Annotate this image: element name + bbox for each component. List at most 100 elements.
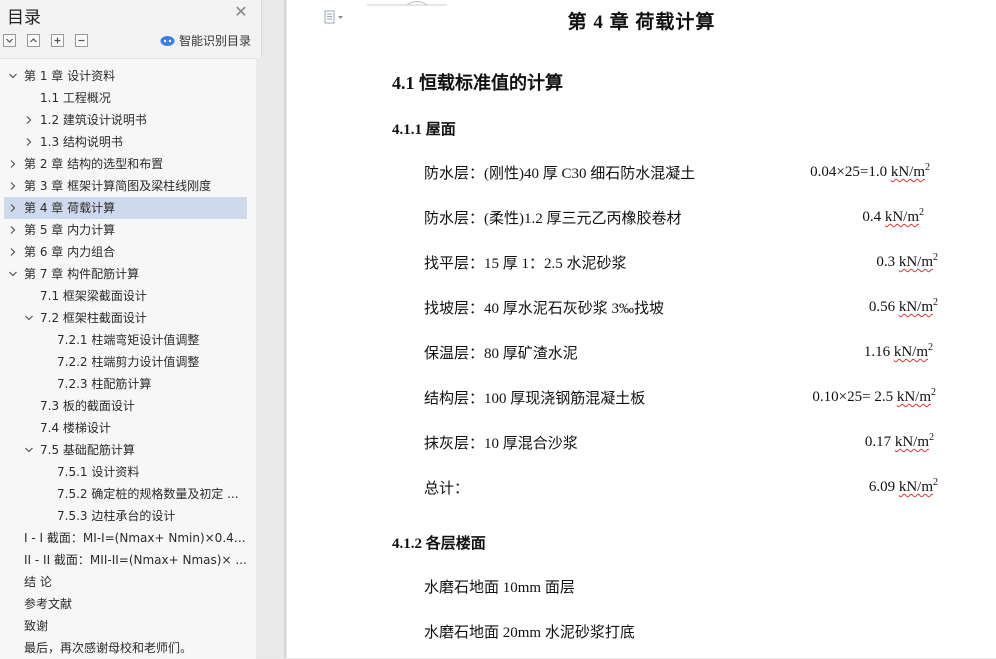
toc-item[interactable]: 参考文献 [4,593,247,615]
chevron-right-icon[interactable] [8,159,18,169]
roof-layer-value: 6.09 kN/m2 [868,477,938,495]
toc-item[interactable]: 7.2.3 柱配筋计算 [4,373,247,395]
floor-layer-label: 水磨石地面 20mm 水泥砂浆打底 [424,625,635,641]
toc-item-label: 参考文献 [24,597,73,611]
toc-item[interactable]: 1.2 建筑设计说明书 [4,109,247,131]
toc-item-label: 致谢 [24,619,49,633]
chevron-right-icon[interactable] [8,247,18,257]
roof-layer-value: 0.17 kN/m2 [864,432,934,450]
smart-toc-label: 智能识别目录 [179,34,252,48]
toc-item-label: 7.3 板的截面设计 [40,399,135,413]
toc-item[interactable]: 第 7 章 构件配筋计算 [4,263,247,285]
roof-layer-label: 防水层：(柔性)1.2 厚三元乙丙橡胶卷材 [424,211,682,227]
toc-item[interactable]: 结 论 [4,571,247,593]
expand-all-icon[interactable] [51,34,64,47]
toc-item-label: 1.3 结构说明书 [40,135,123,149]
toc-item[interactable]: 第 1 章 设计资料 [4,65,247,87]
roof-layer-label: 结构层：100 厚现浇钢筋混凝土板 [424,391,646,407]
expand-up-icon[interactable] [27,34,40,47]
chevron-down-icon[interactable] [8,269,18,279]
toc-item[interactable]: 致谢 [4,615,247,637]
chevron-down-icon[interactable] [24,445,34,455]
toc-item-label: 1.1 工程概况 [40,91,111,105]
toc-item[interactable]: 第 6 章 内力组合 [4,241,247,263]
chevron-right-icon[interactable] [8,181,18,191]
roof-layer-label: 总计： [424,481,470,497]
roof-layer-label: 抹灰层：10 厚混合沙浆 [424,436,578,452]
chevron-right-icon[interactable] [24,115,34,125]
chevron-right-icon[interactable] [8,203,18,213]
subsection-floor-title: 4.1.2 各层楼面 [392,536,486,552]
toc-item[interactable]: 7.5.3 边柱承台的设计 [4,505,247,527]
toc-item[interactable]: 1.1 工程概况 [4,87,247,109]
roof-layer-value: 1.16 kN/m2 [863,342,933,360]
toc-item-label: 第 4 章 荷载计算 [24,201,116,215]
roof-layer-label: 找平层：15 厚 1：2.5 水泥砂浆 [424,256,627,272]
toc-item-label: 第 1 章 设计资料 [24,69,116,83]
toc-item-label: 7.5.2 确定桩的规格数量及初定 ... [57,487,239,501]
chapter-title: 第 4 章 荷载计算 [567,12,716,33]
toc-item-label: 7.4 楼梯设计 [40,421,111,435]
toc-item[interactable]: 第 3 章 框架计算简图及梁柱线刚度 [4,175,247,197]
close-icon[interactable]: ✕ [233,4,249,20]
toc-item[interactable]: 7.5 基础配筋计算 [4,439,247,461]
roof-layer-value: 0.3 kN/m2 [876,252,938,270]
toc-item-label: 1.2 建筑设计说明书 [40,113,147,127]
toc-item[interactable]: 1.3 结构说明书 [4,131,247,153]
toc-item-label: 第 2 章 结构的选型和布置 [24,157,164,171]
subsection-roof-title: 4.1.1 屋面 [392,122,456,138]
collapse-dropdown-icon[interactable] [3,34,16,47]
page-corner-mark [367,1,447,6]
toc-item-label: 结 论 [24,575,52,589]
toc-item-label: I - I 截面：MI-I=(Nmax+ Nmin)×0.4 ... [24,531,247,545]
toc-item-label: 7.2 框架柱截面设计 [40,311,147,325]
toc-item[interactable]: 7.2 框架柱截面设计 [4,307,247,329]
sidebar-title: 目录 [7,8,41,28]
toc-item[interactable]: 7.2.1 柱端弯矩设计值调整 [4,329,247,351]
chevron-right-icon[interactable] [8,225,18,235]
toc-item[interactable]: 第 5 章 内力计算 [4,219,247,241]
toc-sidebar: 目录 ✕ 智能识别目录 第 1 章 设计资料 1.1 工程概况 1.2 建筑设计说明… [0,0,262,659]
chevron-down-icon[interactable] [24,313,34,323]
floor-layer-label: 水磨石地面 10mm 面层 [424,580,575,596]
toc-item-label: 7.5.1 设计资料 [57,465,140,479]
document-page: 第 4 章 荷载计算 4.1 恒载标准值的计算 4.1.1 屋面 防水层：(刚性… [287,0,996,658]
toc-item-label: 7.5 基础配筋计算 [40,443,135,457]
collapse-all-icon[interactable] [75,34,88,47]
toc-item[interactable]: II - II 截面：MII-II=(Nmax+ Nmas)× ... [4,549,247,571]
chevron-down-icon[interactable] [8,71,18,81]
roof-layer-value: 0.04×25=1.0 kN/m2 [810,162,930,180]
toc-item-label: 第 5 章 内力计算 [24,223,116,237]
roof-layer-value: 0.56 kN/m2 [868,297,938,315]
roof-layer-label: 找坡层：40 厚水泥石灰砂浆 3‰找坡 [424,301,665,317]
toc-item[interactable]: I - I 截面：MI-I=(Nmax+ Nmin)×0.4 ... [4,527,247,549]
toc-item[interactable]: 7.1 框架梁截面设计 [4,285,247,307]
toc-item-label: 7.1 框架梁截面设计 [40,289,147,303]
roof-layer-label: 防水层：(刚性)40 厚 C30 细石防水混凝土 [424,166,696,182]
toc-item[interactable]: 第 4 章 荷载计算 [4,197,247,219]
toc-item-label: 7.5.3 边柱承台的设计 [57,509,176,523]
toc-item-label: 第 6 章 内力组合 [24,245,116,259]
toc-item-label: 第 7 章 构件配筋计算 [24,267,140,281]
ai-cloud-icon [160,35,175,46]
toc-item[interactable]: 第 2 章 结构的选型和布置 [4,153,247,175]
roof-layer-value: 0.4 kN/m2 [862,207,924,225]
toc-item[interactable]: 7.5.2 确定桩的规格数量及初定 ... [4,483,247,505]
toc-item-label: 7.2.1 柱端弯矩设计值调整 [57,333,200,347]
toc-item[interactable]: 7.3 板的截面设计 [4,395,247,417]
toc-item-label: 第 3 章 框架计算简图及梁柱线刚度 [24,179,212,193]
roof-layer-label: 保温层：80 厚矿渣水泥 [424,346,578,362]
toc-item[interactable]: 最后，再次感谢母校和老师们。 [4,637,247,659]
section-title: 4.1 恒载标准值的计算 [392,73,563,93]
smart-toc-button[interactable]: 智能识别目录 [160,32,251,48]
chevron-right-icon[interactable] [24,137,34,147]
toc-item[interactable]: 7.2.2 柱端剪力设计值调整 [4,351,247,373]
toc-item[interactable]: 7.5.1 设计资料 [4,461,247,483]
roof-layer-value: 0.10×25= 2.5 kN/m2 [812,387,936,405]
toc-tree: 第 1 章 设计资料 1.1 工程概况 1.2 建筑设计说明书 1.3 结构说明书第 … [0,58,256,659]
toc-item-label: II - II 截面：MII-II=(Nmax+ Nmas)× ... [24,553,247,567]
toc-item[interactable]: 7.4 楼梯设计 [4,417,247,439]
toc-item-label: 7.2.3 柱配筋计算 [57,377,152,391]
toc-item-label: 7.2.2 柱端剪力设计值调整 [57,355,200,369]
toc-item-label: 最后，再次感谢母校和老师们。 [24,641,193,655]
